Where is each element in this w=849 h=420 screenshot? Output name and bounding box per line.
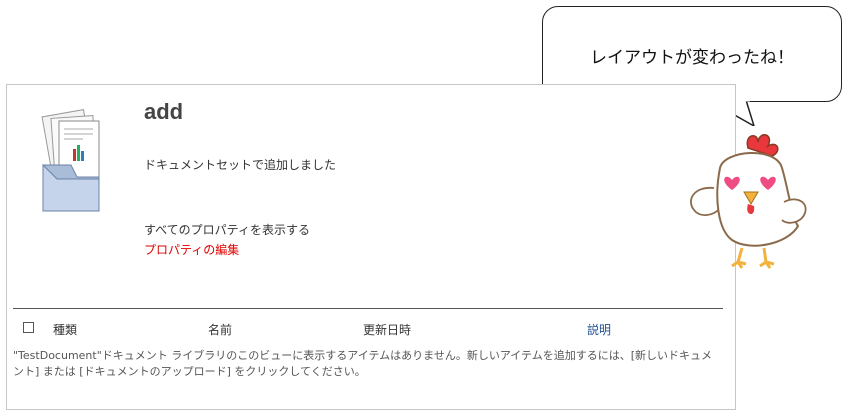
column-header-name[interactable]: 名前 [208,321,232,338]
speech-bubble-text: レイアウトが変わったね！ [590,48,794,68]
column-header-modified[interactable]: 更新日時 [363,321,411,338]
show-all-properties-link[interactable]: すべてのプロパティを表示する [144,221,310,238]
list-divider [13,308,723,309]
column-header-type[interactable]: 種類 [53,321,77,338]
document-set-icon [41,109,100,212]
select-all-checkbox[interactable] [23,322,34,333]
document-set-title: add [144,99,184,124]
empty-list-message: "TestDocument"ドキュメント ライブラリのこのビューに表示するアイテ… [13,349,713,378]
column-header-description[interactable]: 説明 [587,321,611,338]
chicken-mascot-icon [690,134,807,269]
edit-properties-link[interactable]: プロパティの編集 [144,241,239,258]
document-set-panel: add ドキュメントセットで追加しました すべてのプロパティを表示する プロパテ… [6,84,736,410]
document-set-description: ドキュメントセットで追加しました [144,158,337,172]
